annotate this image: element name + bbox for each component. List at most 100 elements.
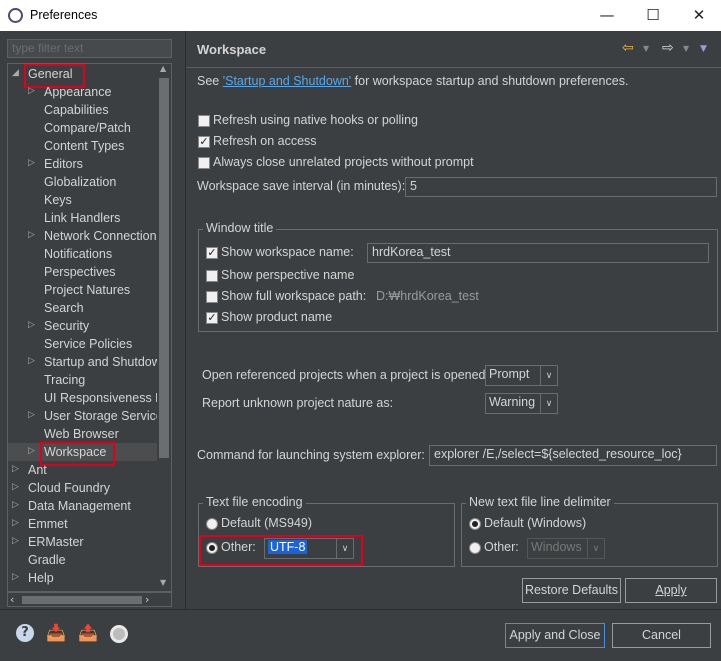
- show-full-path-checkbox[interactable]: [206, 291, 218, 303]
- report-unknown-select[interactable]: Warning ∨: [485, 393, 558, 414]
- tree-vertical-scroll-thumb[interactable]: [159, 78, 169, 458]
- expand-icon[interactable]: ▷: [28, 356, 35, 366]
- tree-item-ui-responsiveness-m[interactable]: UI Responsiveness M: [44, 389, 166, 407]
- import-icon[interactable]: 📥: [46, 623, 66, 642]
- expand-icon[interactable]: ▷: [12, 572, 19, 582]
- delimiter-other-select[interactable]: Windows ∨: [527, 538, 605, 559]
- tree-item-ermaster[interactable]: ERMaster: [28, 533, 84, 551]
- line-delimiter-legend: New text file line delimiter: [466, 495, 614, 509]
- save-interval-label: Workspace save interval (in minutes):: [197, 179, 406, 193]
- tree-item-startup-and-shutdow[interactable]: Startup and Shutdow: [44, 353, 161, 371]
- refresh-native-label: Refresh using native hooks or polling: [213, 113, 418, 127]
- window-title: Preferences: [30, 8, 98, 22]
- forward-menu-icon[interactable]: ▼: [683, 44, 689, 53]
- tree-item-help[interactable]: Help: [28, 569, 54, 587]
- tree-item-globalization[interactable]: Globalization: [44, 173, 116, 191]
- workspace-name-input[interactable]: hrdKorea_test: [367, 243, 709, 263]
- system-explorer-input[interactable]: explorer /E,/select=${selected_resource_…: [429, 445, 717, 466]
- show-perspective-name-checkbox[interactable]: [206, 270, 218, 282]
- view-menu-icon[interactable]: ▼: [700, 44, 707, 54]
- expand-icon[interactable]: ▷: [28, 86, 35, 96]
- tree-item-cloud-foundry[interactable]: Cloud Foundry: [28, 479, 110, 497]
- apply-and-close-button[interactable]: Apply and Close: [505, 623, 605, 648]
- tree-item-web-browser[interactable]: Web Browser: [44, 425, 119, 443]
- record-icon[interactable]: [110, 625, 128, 643]
- show-full-path-label: Show full workspace path:: [221, 289, 367, 303]
- tree-item-notifications[interactable]: Notifications: [44, 245, 112, 263]
- refresh-access-checkbox[interactable]: ✓: [198, 136, 210, 148]
- scroll-right-icon[interactable]: ›: [145, 593, 149, 606]
- help-icon[interactable]: ?: [16, 624, 34, 642]
- expand-icon[interactable]: ▷: [12, 464, 19, 474]
- scroll-up-icon[interactable]: ▲: [160, 64, 166, 73]
- maximize-icon[interactable]: ☐: [630, 0, 676, 31]
- cancel-button[interactable]: Cancel: [612, 623, 711, 648]
- tree-item-compare-patch[interactable]: Compare/Patch: [44, 119, 131, 137]
- preferences-tree[interactable]: ◢ General ▷ Appearance Capabilities Compare/P…: [7, 63, 172, 592]
- forward-icon[interactable]: ⇨: [662, 40, 674, 56]
- delimiter-default-radio[interactable]: [469, 518, 481, 530]
- expand-icon[interactable]: ▷: [28, 446, 35, 456]
- expand-icon[interactable]: ▷: [12, 482, 19, 492]
- show-workspace-name-checkbox[interactable]: ✓: [206, 247, 218, 259]
- encoding-default-label: Default (MS949): [221, 516, 313, 530]
- encoding-other-select[interactable]: UTF-8 ∨: [264, 538, 354, 559]
- scroll-down-icon[interactable]: ▼: [160, 578, 166, 587]
- tree-item-keys[interactable]: Keys: [44, 191, 72, 209]
- tree-item-network-connection[interactable]: Network Connection: [44, 227, 157, 245]
- show-workspace-name-label: Show workspace name:: [221, 245, 354, 259]
- tree-item-appearance[interactable]: Appearance: [44, 83, 111, 101]
- export-icon[interactable]: 📤: [78, 623, 98, 642]
- refresh-native-checkbox[interactable]: [198, 115, 210, 127]
- back-icon[interactable]: ⇦: [622, 40, 634, 56]
- highlight-box: [40, 442, 115, 466]
- encoding-default-radio[interactable]: [206, 518, 218, 530]
- close-icon[interactable]: ✕: [676, 0, 721, 31]
- scroll-left-icon[interactable]: ‹: [10, 593, 14, 606]
- chevron-down-icon: ∨: [336, 539, 353, 558]
- delimiter-other-label: Other:: [484, 540, 519, 554]
- open-referenced-select[interactable]: Prompt ∨: [485, 365, 558, 386]
- tree-item-tracing[interactable]: Tracing: [44, 371, 85, 389]
- tree-horizontal-scroll-thumb[interactable]: [22, 596, 142, 604]
- tree-item-security[interactable]: Security: [44, 317, 89, 335]
- tree-item-link-handlers[interactable]: Link Handlers: [44, 209, 120, 227]
- tree-item-emmet[interactable]: Emmet: [28, 515, 68, 533]
- open-referenced-label: Open referenced projects when a project …: [202, 368, 489, 382]
- encoding-other-radio[interactable]: [206, 542, 218, 554]
- expand-icon[interactable]: ▷: [12, 500, 19, 510]
- expand-icon[interactable]: ▷: [12, 518, 19, 528]
- tree-item-project-natures[interactable]: Project Natures: [44, 281, 130, 299]
- title-bar: Preferences — ☐ ✕: [0, 0, 721, 31]
- tree-item-data-management[interactable]: Data Management: [28, 497, 131, 515]
- tree-item-service-policies[interactable]: Service Policies: [44, 335, 132, 353]
- tree-item-capabilities[interactable]: Capabilities: [44, 101, 109, 119]
- show-product-name-checkbox[interactable]: ✓: [206, 312, 218, 324]
- expanded-icon[interactable]: ◢: [12, 68, 19, 78]
- filter-input[interactable]: type filter text: [7, 39, 172, 58]
- tree-item-gradle[interactable]: Gradle: [28, 551, 66, 569]
- minimize-icon[interactable]: —: [584, 0, 630, 31]
- tree-item-user-storage-service[interactable]: User Storage Service: [44, 407, 163, 425]
- expand-icon[interactable]: ▷: [28, 230, 35, 240]
- startup-shutdown-link[interactable]: 'Startup and Shutdown': [223, 74, 351, 88]
- delimiter-other-radio[interactable]: [469, 542, 481, 554]
- always-close-label: Always close unrelated projects without …: [213, 155, 474, 169]
- page-header: Workspace ⇦ ▼ ⇨ ▼ ▼: [186, 32, 721, 68]
- restore-defaults-button[interactable]: Restore Defaults: [522, 578, 621, 603]
- tree-item-editors[interactable]: Editors: [44, 155, 83, 173]
- tree-item-content-types[interactable]: Content Types: [44, 137, 124, 155]
- tree-item-search[interactable]: Search: [44, 299, 84, 317]
- always-close-checkbox[interactable]: [198, 157, 210, 169]
- app-icon: [8, 8, 23, 23]
- expand-icon[interactable]: ▷: [28, 410, 35, 420]
- save-interval-input[interactable]: 5: [405, 177, 717, 197]
- apply-button[interactable]: Apply: [625, 578, 717, 603]
- tree-item-ant[interactable]: Ant: [28, 461, 47, 479]
- expand-icon[interactable]: ▷: [28, 320, 35, 330]
- expand-icon[interactable]: ▷: [28, 158, 35, 168]
- tree-item-perspectives[interactable]: Perspectives: [44, 263, 116, 281]
- back-menu-icon[interactable]: ▼: [643, 44, 649, 53]
- window-title-legend: Window title: [203, 221, 277, 235]
- expand-icon[interactable]: ▷: [12, 536, 19, 546]
